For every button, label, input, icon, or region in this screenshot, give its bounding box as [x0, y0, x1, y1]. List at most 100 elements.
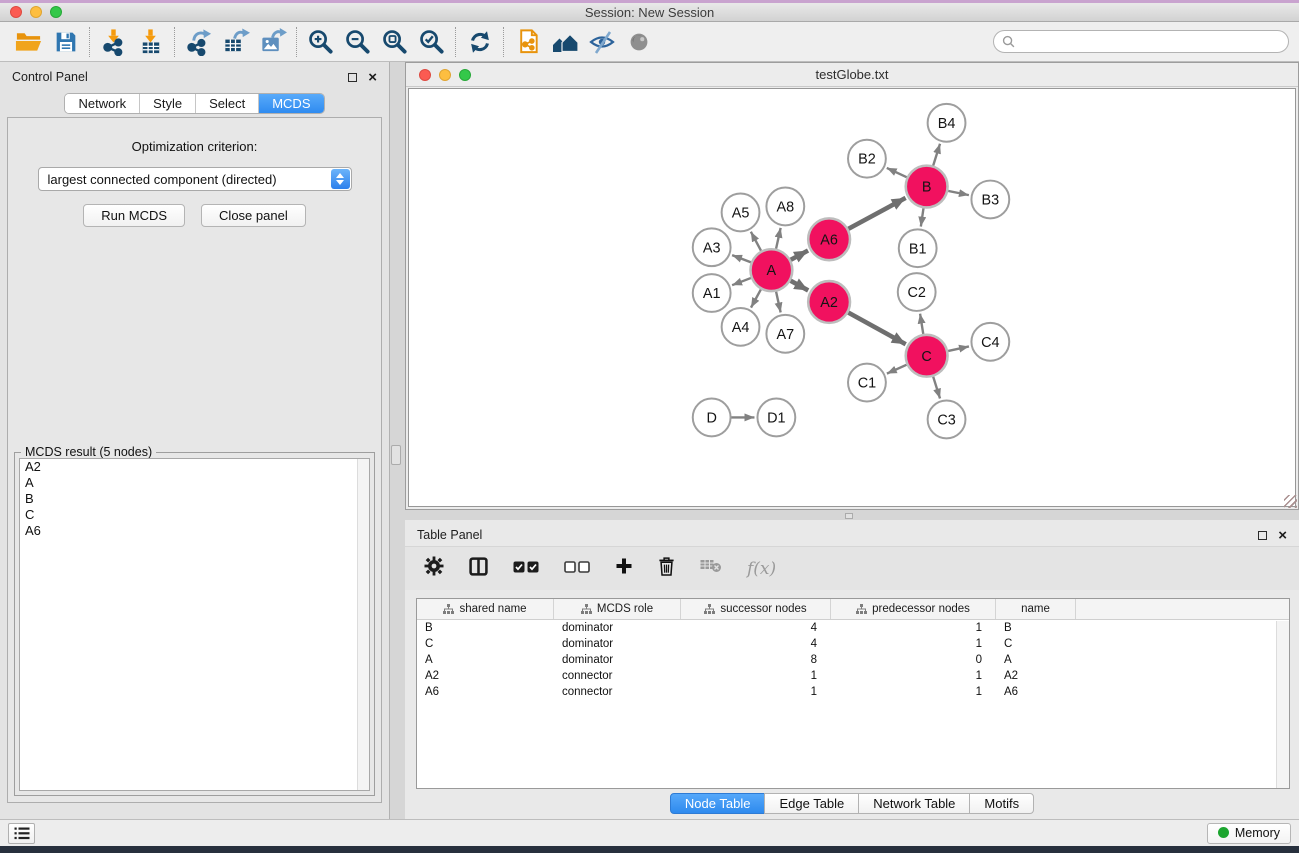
cell-predecessor-nodes[interactable]: 1 — [831, 686, 996, 698]
cell-successor-nodes[interactable]: 1 — [681, 670, 831, 682]
zoom-in-button[interactable] — [302, 25, 339, 59]
show-all-button[interactable] — [620, 25, 657, 59]
tab-network[interactable]: Network — [65, 94, 140, 113]
run-mcds-button[interactable]: Run MCDS — [83, 204, 185, 227]
result-list-item[interactable]: A2 — [20, 459, 369, 475]
cell-MCDS-role[interactable]: dominator — [554, 654, 681, 666]
tab-node-table[interactable]: Node Table — [670, 793, 766, 814]
cell-predecessor-nodes[interactable]: 1 — [831, 622, 996, 634]
tab-select[interactable]: Select — [196, 94, 259, 113]
memory-button[interactable]: Memory — [1207, 823, 1291, 844]
export-image-button[interactable] — [254, 25, 291, 59]
zoom-selected-button[interactable] — [413, 25, 450, 59]
tab-style[interactable]: Style — [140, 94, 196, 113]
cell-name[interactable]: A — [996, 654, 1076, 666]
open-session-button[interactable] — [10, 25, 47, 59]
cell-MCDS-role[interactable]: connector — [554, 670, 681, 682]
cell-shared-name[interactable]: A6 — [417, 686, 554, 698]
result-list-item[interactable]: A — [20, 475, 369, 491]
cell-predecessor-nodes[interactable]: 1 — [831, 638, 996, 650]
show-task-history-button[interactable] — [8, 823, 35, 844]
cell-shared-name[interactable]: C — [417, 638, 554, 650]
column-header-predecessor-nodes[interactable]: predecessor nodes — [831, 599, 996, 619]
close-window-button[interactable] — [10, 6, 22, 18]
criterion-selected-value: largest connected component (directed) — [48, 172, 277, 187]
zoom-fit-button[interactable] — [376, 25, 413, 59]
new-network-from-selection-button[interactable] — [509, 25, 546, 59]
search-box[interactable] — [993, 30, 1289, 53]
table-row[interactable]: Cdominator41C — [417, 636, 1289, 652]
float-table-panel-icon[interactable] — [1258, 531, 1267, 540]
network-window-titlebar[interactable]: testGlobe.txt — [406, 63, 1298, 87]
cell-name[interactable]: A6 — [996, 686, 1076, 698]
window-resize-grip[interactable] — [1284, 495, 1297, 508]
apply-layout-button[interactable] — [461, 25, 498, 59]
cell-MCDS-role[interactable]: dominator — [554, 638, 681, 650]
cell-successor-nodes[interactable]: 4 — [681, 638, 831, 650]
minimize-window-button[interactable] — [30, 6, 42, 18]
result-list-scrollbar[interactable] — [357, 459, 369, 790]
column-header-shared-name[interactable]: shared name — [417, 599, 554, 619]
minimize-network-window-button[interactable] — [439, 69, 451, 81]
unselect-all-button[interactable] — [564, 560, 590, 578]
import-network-button[interactable] — [95, 25, 132, 59]
cell-successor-nodes[interactable]: 8 — [681, 654, 831, 666]
cell-name[interactable]: A2 — [996, 670, 1076, 682]
cell-successor-nodes[interactable]: 4 — [681, 622, 831, 634]
table-row[interactable]: Bdominator41B — [417, 620, 1289, 636]
tab-mcds[interactable]: MCDS — [259, 94, 323, 113]
function-builder-button[interactable]: f(x) — [747, 559, 776, 579]
vertical-splitter-handle[interactable] — [391, 445, 401, 465]
zoom-network-window-button[interactable] — [459, 69, 471, 81]
tab-edge-table[interactable]: Edge Table — [764, 793, 859, 814]
export-network-button[interactable] — [180, 25, 217, 59]
result-list-item[interactable]: B — [20, 491, 369, 507]
delete-column-button[interactable] — [658, 557, 675, 581]
hide-selected-button[interactable] — [583, 25, 620, 59]
search-input[interactable] — [1020, 35, 1280, 49]
zoom-window-button[interactable] — [50, 6, 62, 18]
tab-network-table[interactable]: Network Table — [858, 793, 970, 814]
column-header-name[interactable]: name — [996, 599, 1076, 619]
column-header-MCDS-role[interactable]: MCDS role — [554, 599, 681, 619]
create-column-button[interactable] — [615, 557, 633, 580]
cell-MCDS-role[interactable]: connector — [554, 686, 681, 698]
show-column-button[interactable] — [469, 557, 488, 581]
close-panel-icon[interactable]: × — [368, 73, 377, 82]
application-window: Session: New Session — [0, 3, 1299, 846]
cell-shared-name[interactable]: A — [417, 654, 554, 666]
cell-predecessor-nodes[interactable]: 1 — [831, 670, 996, 682]
float-panel-icon[interactable] — [348, 73, 357, 82]
cell-name[interactable]: C — [996, 638, 1076, 650]
tab-motifs[interactable]: Motifs — [969, 793, 1034, 814]
table-row[interactable]: A2connector11A2 — [417, 668, 1289, 684]
table-scrollbar[interactable] — [1276, 621, 1289, 788]
table-settings-button[interactable] — [424, 556, 444, 581]
network-canvas[interactable]: B4B2BB3A5A8A6B1A3AA1C2A2A4A7CC4C1C3DD1 — [408, 88, 1296, 507]
table-row[interactable]: A6connector11A6 — [417, 684, 1289, 700]
column-header-successor-nodes[interactable]: successor nodes — [681, 599, 831, 619]
first-neighbors-button[interactable] — [546, 25, 583, 59]
close-panel-button[interactable]: Close panel — [201, 204, 306, 227]
cell-MCDS-role[interactable]: dominator — [554, 622, 681, 634]
cell-shared-name[interactable]: B — [417, 622, 554, 634]
save-session-button[interactable] — [47, 25, 84, 59]
close-table-panel-icon[interactable]: × — [1278, 531, 1287, 540]
mcds-result-list[interactable]: A2ABCA6 — [19, 458, 370, 791]
cell-predecessor-nodes[interactable]: 0 — [831, 654, 996, 666]
cell-name[interactable]: B — [996, 622, 1076, 634]
cell-successor-nodes[interactable]: 1 — [681, 686, 831, 698]
criterion-dropdown[interactable]: largest connected component (directed) — [38, 167, 352, 191]
close-network-window-button[interactable] — [419, 69, 431, 81]
import-table-button[interactable] — [132, 25, 169, 59]
select-all-button[interactable] — [513, 560, 539, 578]
delete-table-button[interactable] — [700, 559, 722, 578]
result-list-item[interactable]: A6 — [20, 523, 369, 539]
graph-node-label-C2: C2 — [907, 285, 925, 301]
result-list-item[interactable]: C — [20, 507, 369, 523]
table-row[interactable]: Adominator80A — [417, 652, 1289, 668]
horizontal-splitter-handle[interactable] — [845, 513, 853, 519]
zoom-out-button[interactable] — [339, 25, 376, 59]
export-table-button[interactable] — [217, 25, 254, 59]
cell-shared-name[interactable]: A2 — [417, 670, 554, 682]
